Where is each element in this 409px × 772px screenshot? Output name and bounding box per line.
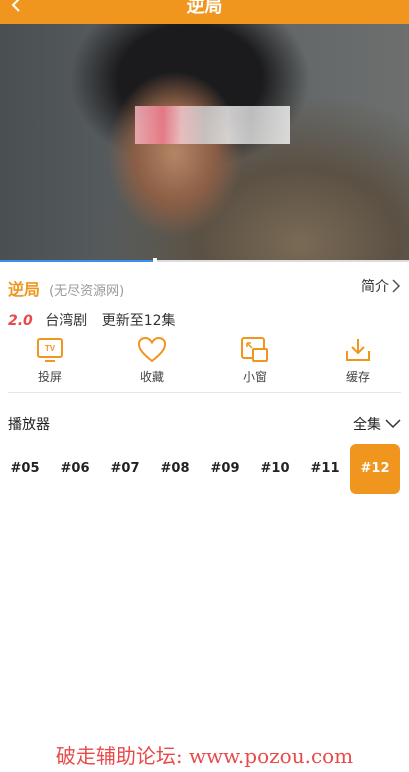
episode-list: #05 #06 #07 #08 #09 #10 #11 #12 bbox=[0, 444, 409, 494]
episode-button[interactable]: #11 bbox=[300, 444, 350, 494]
show-name: 逆局 bbox=[8, 280, 41, 299]
episode-button[interactable]: #12 bbox=[350, 444, 400, 494]
all-episodes-button[interactable]: 全集 bbox=[353, 414, 401, 434]
cast-button[interactable]: TV 投屏 bbox=[20, 336, 80, 385]
chevron-down-icon bbox=[385, 419, 401, 429]
player-row: 播放器 全集 bbox=[8, 414, 401, 434]
favorite-label: 收藏 bbox=[139, 370, 164, 384]
download-icon bbox=[346, 339, 370, 361]
redaction-overlay bbox=[135, 106, 290, 144]
score: 2.0 bbox=[8, 313, 33, 329]
episode-button[interactable]: #08 bbox=[150, 444, 200, 494]
update-status: 更新至12集 bbox=[101, 313, 176, 329]
intro-label: 简介 bbox=[361, 279, 389, 295]
mini-window-label: 小窗 bbox=[242, 370, 267, 384]
video-progress-bar[interactable] bbox=[0, 258, 409, 262]
favorite-button[interactable]: 收藏 bbox=[122, 336, 182, 385]
mini-window-button[interactable]: 小窗 bbox=[225, 336, 285, 385]
page-title: 逆局 bbox=[186, 0, 223, 17]
divider bbox=[8, 392, 401, 393]
episode-button[interactable]: #05 bbox=[0, 444, 50, 494]
all-episodes-label: 全集 bbox=[353, 417, 381, 433]
picture-in-picture-icon bbox=[241, 337, 268, 362]
show-source: (无尽资源网) bbox=[49, 284, 125, 299]
heart-icon bbox=[137, 336, 167, 363]
download-button[interactable]: 缓存 bbox=[328, 336, 388, 385]
meta-row: 2.0 台湾剧 更新至12集 bbox=[8, 310, 176, 330]
watermark: 破走辅助论坛: www.pozou.com bbox=[55, 744, 354, 768]
episode-button[interactable]: #10 bbox=[250, 444, 300, 494]
tv-icon: TV bbox=[37, 338, 63, 362]
region: 台湾剧 bbox=[45, 313, 88, 329]
episode-button[interactable]: #06 bbox=[50, 444, 100, 494]
chevron-right-icon bbox=[392, 279, 401, 293]
title-row: 逆局 (无尽资源网) 简介 bbox=[8, 276, 401, 299]
player-label: 播放器 bbox=[8, 417, 50, 433]
intro-button[interactable]: 简介 bbox=[361, 276, 401, 296]
top-bar: 逆局 bbox=[0, 0, 409, 24]
video-progress-fill bbox=[0, 260, 156, 262]
episode-button[interactable]: #09 bbox=[200, 444, 250, 494]
episode-button[interactable]: #07 bbox=[100, 444, 150, 494]
action-bar: TV 投屏 收藏 小窗 缓存 bbox=[0, 336, 409, 392]
video-progress-thumb[interactable] bbox=[153, 258, 158, 262]
cast-label: 投屏 bbox=[37, 370, 62, 384]
download-label: 缓存 bbox=[345, 370, 370, 384]
svg-text:TV: TV bbox=[45, 344, 56, 353]
